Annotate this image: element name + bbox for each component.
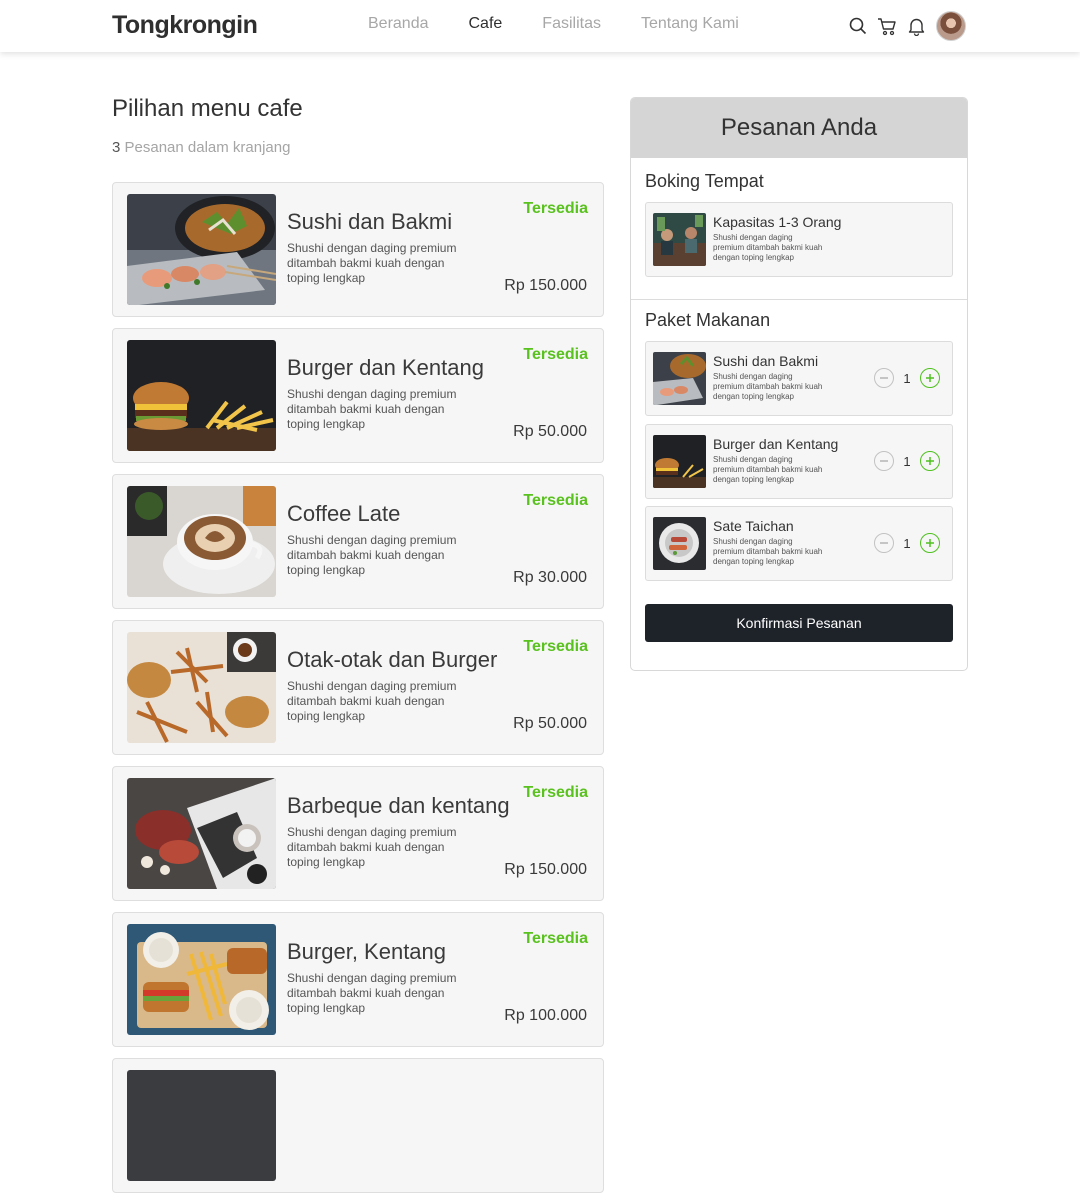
menu-item-description: Shushi dengan daging premium ditambah ba… (287, 971, 457, 1015)
bell-icon[interactable] (906, 16, 926, 36)
menu-item-name: Sushi dan Bakmi (287, 209, 453, 234)
menu-item-price: Rp 150.000 (504, 277, 587, 294)
menu-item-description: Shushi dengan daging premium ditambah ba… (287, 241, 457, 285)
package-item: Sate Taichan Shushi dengan daging premiu… (645, 506, 953, 581)
booking-description: Shushi dengan daging premium ditambah ba… (713, 233, 823, 262)
menu-item-description: Shushi dengan daging premium ditambah ba… (287, 679, 457, 723)
menu-item-name: Barbeque dan kentang (287, 793, 510, 818)
menu-card[interactable]: Coffee Late Shushi dengan daging premium… (112, 474, 604, 609)
availability-badge: Tersedia (523, 200, 588, 217)
booking-name: Kapasitas 1-3 Orang (713, 214, 842, 230)
user-avatar[interactable] (936, 11, 966, 41)
package-name: Burger dan Kentang (713, 436, 839, 452)
booking-section-title: Boking Tempat (645, 171, 764, 191)
quantity-value: 1 (903, 535, 911, 551)
quantity-stepper: 1 (874, 451, 940, 471)
brand-logo[interactable]: Tongkrongin (112, 11, 258, 40)
package-thumbnail (653, 517, 706, 570)
menu-card[interactable]: Burger, Kentang Shushi dengan daging pre… (112, 912, 604, 1047)
order-panel: Pesanan Anda Boking Tempat Kapasitas 1-3… (630, 97, 968, 671)
nav-beranda[interactable]: Beranda (368, 15, 429, 33)
nav-icons (848, 11, 966, 41)
package-item: Sushi dan Bakmi Shushi dengan daging pre… (645, 341, 953, 416)
plus-icon[interactable] (920, 368, 940, 388)
minus-icon[interactable] (874, 533, 894, 553)
quantity-value: 1 (903, 453, 911, 469)
menu-image-burger-kentang-2 (127, 924, 276, 1035)
booking-thumbnail (653, 213, 706, 266)
package-thumbnail (653, 352, 706, 405)
package-description: Shushi dengan daging premium ditambah ba… (713, 537, 823, 566)
plus-icon[interactable] (920, 451, 940, 471)
cart-count-number: 3 (112, 139, 121, 156)
menu-card-partial[interactable] (112, 1058, 604, 1193)
menu-card[interactable]: Otak-otak dan Burger Shushi dengan dagin… (112, 620, 604, 755)
plus-icon[interactable] (920, 533, 940, 553)
quantity-value: 1 (903, 370, 911, 386)
menu-card[interactable]: Sushi dan Bakmi Shushi dengan daging pre… (112, 182, 604, 317)
menu-item-description: Shushi dengan daging premium ditambah ba… (287, 825, 457, 869)
cart-count-label: Pesanan dalam kranjang (124, 139, 291, 156)
menu-item-name: Coffee Late (287, 501, 401, 526)
navbar: Tongkrongin Beranda Cafe Fasilitas Tenta… (0, 0, 1080, 52)
nav-cafe[interactable]: Cafe (469, 15, 503, 33)
page-title: Pilihan menu cafe (112, 95, 303, 122)
availability-badge: Tersedia (523, 346, 588, 363)
menu-item-price: Rp 150.000 (504, 861, 587, 878)
nav-links: Beranda Cafe Fasilitas Tentang Kami (368, 15, 779, 33)
availability-badge: Tersedia (523, 492, 588, 509)
menu-image-otak-otak-burger (127, 632, 276, 743)
availability-badge: Tersedia (523, 930, 588, 947)
package-item: Burger dan Kentang Shushi dengan daging … (645, 424, 953, 499)
menu-item-name: Otak-otak dan Burger (287, 647, 498, 672)
search-icon[interactable] (848, 16, 868, 36)
confirm-order-button[interactable]: Konfirmasi Pesanan (645, 604, 953, 642)
package-description: Shushi dengan daging premium ditambah ba… (713, 455, 823, 484)
quantity-stepper: 1 (874, 533, 940, 553)
minus-icon[interactable] (874, 368, 894, 388)
booking-item[interactable]: Kapasitas 1-3 Orang Shushi dengan daging… (645, 202, 953, 277)
order-panel-title: Pesanan Anda (631, 98, 967, 158)
menu-image-barbeque-kentang (127, 778, 276, 889)
menu-image-burger-kentang (127, 340, 276, 451)
menu-item-price: Rp 100.000 (504, 1007, 587, 1024)
menu-item-description: Shushi dengan daging premium ditambah ba… (287, 387, 457, 431)
availability-badge: Tersedia (523, 784, 588, 801)
package-section-title: Paket Makanan (645, 310, 771, 330)
menu-image-sushi-bakmi (127, 194, 276, 305)
menu-item-name: Burger, Kentang (287, 939, 447, 964)
menu-item-name: Burger dan Kentang (287, 355, 484, 380)
package-name: Sate Taichan (713, 518, 794, 534)
package-thumbnail (653, 435, 706, 488)
menu-item-price: Rp 50.000 (513, 715, 587, 732)
menu-item-price: Rp 30.000 (513, 569, 587, 586)
menu-image-coffee-late (127, 486, 276, 597)
quantity-stepper: 1 (874, 368, 940, 388)
minus-icon[interactable] (874, 451, 894, 471)
menu-image-partial (127, 1070, 276, 1181)
package-description: Shushi dengan daging premium ditambah ba… (713, 372, 823, 401)
cart-count: 3 Pesanan dalam kranjang (112, 139, 290, 156)
menu-card[interactable]: Burger dan Kentang Shushi dengan daging … (112, 328, 604, 463)
nav-fasilitas[interactable]: Fasilitas (542, 15, 601, 33)
menu-item-price: Rp 50.000 (513, 423, 587, 440)
section-divider (631, 299, 967, 300)
menu-item-description: Shushi dengan daging premium ditambah ba… (287, 533, 457, 577)
menu-list: Sushi dan Bakmi Shushi dengan daging pre… (112, 182, 604, 1204)
cart-icon[interactable] (877, 16, 897, 36)
menu-card[interactable]: Barbeque dan kentang Shushi dengan dagin… (112, 766, 604, 901)
package-name: Sushi dan Bakmi (713, 353, 819, 369)
nav-tentang-kami[interactable]: Tentang Kami (641, 15, 739, 33)
availability-badge: Tersedia (523, 638, 588, 655)
